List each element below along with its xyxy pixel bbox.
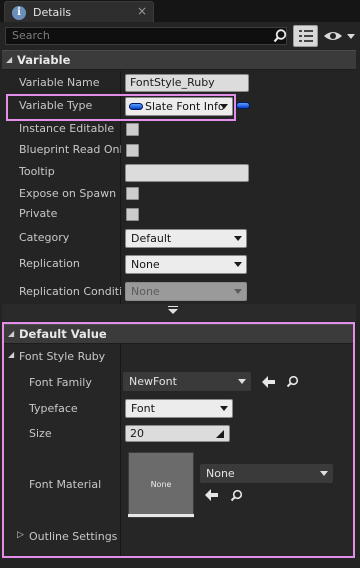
- magnifier-icon[interactable]: [230, 489, 243, 502]
- size-value: 20: [130, 427, 144, 440]
- column-splitter[interactable]: [120, 344, 121, 556]
- variable-name-field[interactable]: FontStyle_Ruby: [125, 74, 249, 92]
- font-family-value: NewFont: [129, 375, 177, 388]
- font-material-label: Font Material: [29, 478, 102, 491]
- category-label: Category: [19, 231, 70, 244]
- chevron-down-icon: [238, 379, 246, 384]
- replication-condition-dropdown: None: [125, 282, 247, 301]
- size-field[interactable]: 20: [125, 425, 230, 442]
- typeface-label: Typeface: [29, 402, 78, 415]
- instance-editable-checkbox[interactable]: [126, 123, 139, 136]
- category-value: Default: [131, 232, 172, 245]
- tab-title: Details: [33, 6, 72, 19]
- collapse-arrow-icon: ◢: [8, 329, 15, 338]
- font-material-value: None: [206, 467, 235, 480]
- default-value-section-title: Default Value: [19, 327, 107, 341]
- outline-settings-label: Outline Settings: [29, 530, 118, 543]
- tooltip-label: Tooltip: [19, 165, 55, 178]
- eye-icon[interactable]: [322, 28, 356, 44]
- variable-type-dropdown[interactable]: Slate Font Info: [125, 97, 233, 116]
- replication-condition-value: None: [131, 285, 160, 298]
- row-private: Private: [6, 203, 356, 225]
- tooltip-field[interactable]: [125, 164, 249, 182]
- expose-on-spawn-label: Expose on Spawn: [19, 187, 117, 200]
- chevron-down-icon: [220, 104, 228, 109]
- blueprint-read-only-checkbox[interactable]: [126, 144, 139, 157]
- replication-condition-label: Replication Conditio: [19, 285, 121, 298]
- variable-type-label: Variable Type: [19, 99, 93, 112]
- default-value-section-header[interactable]: ◢ Default Value: [4, 324, 353, 344]
- expand-arrow-icon[interactable]: ▷: [17, 530, 24, 540]
- category-dropdown[interactable]: Default: [125, 229, 247, 248]
- expand-down-icon: [168, 309, 178, 314]
- font-family-dropdown[interactable]: NewFont: [123, 372, 251, 391]
- replication-dropdown[interactable]: None: [125, 255, 247, 274]
- expand-line: [168, 306, 178, 307]
- chevron-down-icon: [234, 262, 242, 267]
- variable-section-header[interactable]: ◢ Variable: [2, 50, 356, 70]
- instance-editable-label: Instance Editable: [19, 122, 115, 135]
- chevron-down-icon: [234, 289, 242, 294]
- search-icon[interactable]: [272, 28, 288, 44]
- size-label: Size: [29, 427, 52, 440]
- variable-section-title: Variable: [17, 53, 71, 67]
- grid-view-icon: [299, 30, 313, 42]
- close-icon[interactable]: ×: [137, 4, 147, 18]
- font-material-dropdown[interactable]: None: [200, 464, 333, 483]
- row-instance-editable: Instance Editable: [6, 118, 356, 140]
- variable-type-value: Slate Font Info: [145, 100, 225, 113]
- typeface-value: Font: [131, 402, 155, 415]
- collapse-arrow-icon: ◢: [6, 55, 13, 64]
- info-icon: i: [12, 6, 26, 20]
- container-type-pin-icon[interactable]: [236, 102, 250, 109]
- private-checkbox[interactable]: [126, 208, 139, 221]
- advanced-expand-button[interactable]: [2, 304, 356, 321]
- grid-view-button[interactable]: [293, 25, 318, 47]
- chevron-down-icon: [220, 406, 228, 411]
- left-arrow-icon[interactable]: [262, 376, 276, 388]
- left-arrow-icon[interactable]: [205, 489, 219, 501]
- font-material-thumbnail-text: None: [150, 480, 172, 489]
- font-style-ruby-label: Font Style Ruby: [19, 350, 106, 363]
- drag-handle-icon[interactable]: [216, 430, 224, 438]
- chevron-down-icon: [320, 471, 328, 476]
- thumbnail-bar: [128, 514, 194, 517]
- variable-name-label: Variable Name: [19, 76, 100, 89]
- row-blueprint-read-only: Blueprint Read Only: [6, 139, 356, 161]
- typeface-dropdown[interactable]: Font: [125, 399, 233, 418]
- search-placeholder: Search: [12, 29, 50, 42]
- row-expose-on-spawn: Expose on Spawn: [6, 183, 356, 205]
- type-pin-icon: [129, 103, 143, 110]
- chevron-down-icon: [234, 236, 242, 241]
- private-label: Private: [19, 207, 58, 220]
- magnifier-icon[interactable]: [286, 375, 299, 388]
- collapse-arrow-icon[interactable]: ◢: [8, 350, 14, 359]
- blueprint-read-only-label: Blueprint Read Only: [19, 143, 121, 156]
- expose-on-spawn-checkbox[interactable]: [126, 187, 139, 200]
- search-input[interactable]: Search: [5, 27, 287, 45]
- tab-details[interactable]: i Details ×: [4, 1, 154, 23]
- font-family-label: Font Family: [29, 376, 92, 389]
- replication-label: Replication: [19, 257, 80, 270]
- replication-value: None: [131, 258, 160, 271]
